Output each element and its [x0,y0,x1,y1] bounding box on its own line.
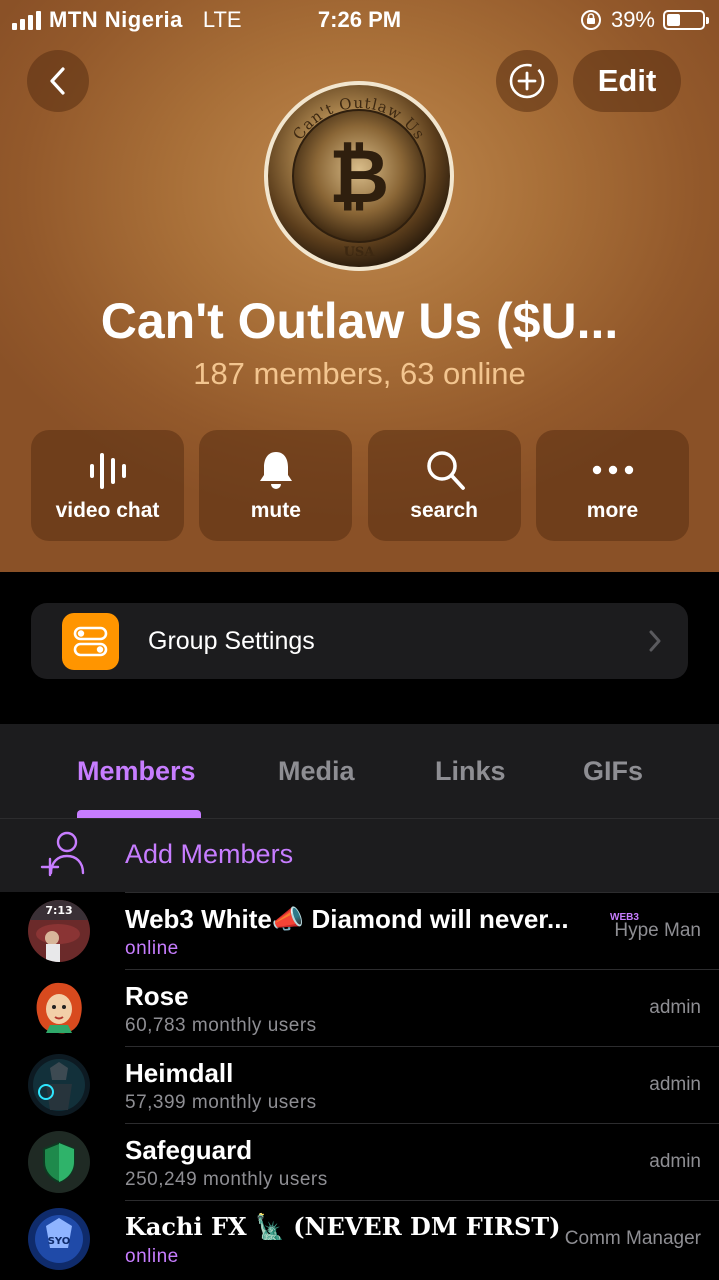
plus-circle-icon [509,63,545,99]
avatar: SYO [28,1208,90,1270]
member-status: 60,783 monthly users [125,1015,317,1036]
avatar: 7:13 [28,900,90,962]
bell-icon [260,452,293,489]
more-button[interactable]: more [535,430,689,541]
group-title: Can't Outlaw Us ($U... [100,293,619,349]
svg-text:₿: ₿ [329,134,389,220]
search-icon [426,451,465,490]
member-role: Comm Manager [564,1228,701,1249]
video-chat-label: video chat [55,499,160,522]
avatar [28,1131,90,1193]
member-row[interactable]: SYO Kachi FX 🗽 (NEVER DM FIRST) online C… [0,1200,719,1280]
member-count: 187 members, 63 online [193,356,526,391]
member-name: Rose [125,981,189,1011]
tab-media[interactable]: Media [278,756,355,787]
voice-chat-icon [90,453,126,489]
battery-icon [663,10,709,30]
avatar [28,1054,90,1116]
coin-bottom-text: USA [344,245,376,260]
back-button[interactable] [27,50,89,112]
chevron-right-icon [649,630,661,652]
mute-label: mute [250,499,301,522]
member-row[interactable]: Safeguard 250,249 monthly users admin [0,1123,719,1200]
mute-button[interactable]: mute [199,430,353,541]
member-role: admin [649,997,701,1018]
row-divider [125,892,719,893]
member-status: 57,399 monthly users [125,1092,317,1113]
member-role: Hype Man [614,920,701,941]
member-row[interactable]: 7:13 Web3 White📣 Diamond will never... o… [0,892,719,969]
more-label: more [586,499,639,522]
member-name: Heimdall [125,1058,234,1088]
group-avatar[interactable]: Can't Outlaw Us USA ₿ [263,80,455,272]
status-bar: MTN Nigeria LTE 7:26 PM 39% [0,0,719,40]
member-status: online [125,1246,179,1267]
video-chat-button[interactable]: video chat [31,430,184,541]
row-divider [125,1123,719,1124]
orientation-lock-icon [580,10,601,30]
tab-bar: Members Media Links GIFs [0,724,719,819]
tab-members[interactable]: Members [77,756,196,787]
group-settings-row[interactable]: Group Settings [31,603,688,679]
bitcoin-icon: ₿ [329,134,389,220]
group-header: MTN Nigeria LTE 7:26 PM 39% Edit Can't O… [0,0,719,572]
edit-button[interactable]: Edit [573,50,681,112]
group-settings-label: Group Settings [148,627,315,655]
member-role: admin [649,1074,701,1095]
add-story-button[interactable] [496,50,558,112]
row-divider [125,1200,719,1201]
row-divider [125,969,719,970]
battery-percent: 39% [610,7,655,32]
battery-fill [667,14,681,26]
row-divider [125,1046,719,1047]
member-row[interactable]: Heimdall 57,399 monthly users admin [0,1046,719,1123]
add-user-icon [40,831,85,877]
search-label: search [410,499,479,522]
member-name: Kachi FX 🗽 (NEVER DM FIRST) [125,1212,561,1241]
svg-text:7:13: 7:13 [45,904,72,917]
tab-gifs[interactable]: GIFs [583,756,643,787]
active-tab-indicator [77,810,201,818]
tab-links[interactable]: Links [435,756,506,787]
member-role: admin [649,1151,701,1172]
svg-text:SYO: SYO [48,1236,71,1247]
member-status: online [125,938,179,959]
add-members-label: Add Members [125,839,294,869]
action-bar: video chat mute search more [31,430,689,541]
chevron-left-icon [50,67,65,95]
search-button[interactable]: search [367,430,521,541]
more-icon [592,465,634,475]
member-status: 250,249 monthly users [125,1169,328,1190]
member-name: Safeguard [125,1135,253,1165]
sliders-icon [62,613,119,670]
member-name: Web3 White📣 Diamond will never... [125,904,569,934]
member-row[interactable]: Rose 60,783 monthly users admin [0,969,719,1046]
avatar [28,977,90,1039]
add-members-row[interactable]: Add Members [0,819,719,892]
